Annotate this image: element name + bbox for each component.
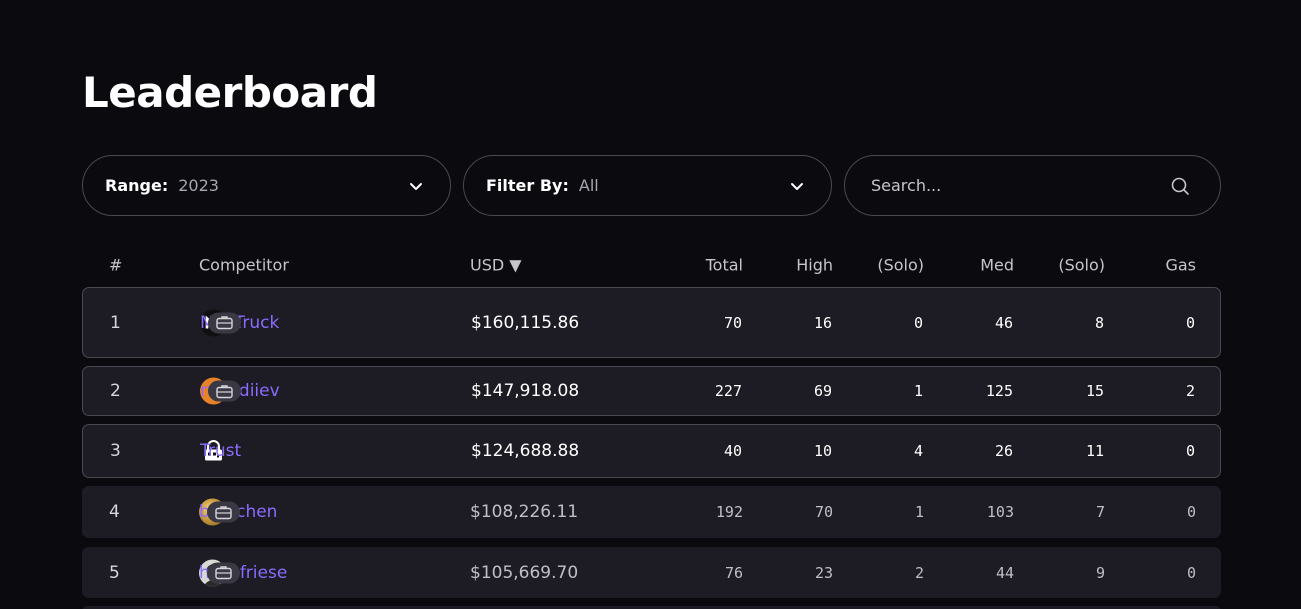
row-rank: 5 [109, 562, 120, 583]
range-label: Range: [105, 176, 169, 195]
high-solo-value: 2 [914, 563, 924, 582]
table-row[interactable]: 5 hansfriese $105,669.70 76 23 2 44 9 0 [82, 547, 1221, 598]
header-rank: # [109, 255, 123, 275]
briefcase-icon [207, 501, 240, 523]
header-usd-sort[interactable]: USD ▼ [470, 256, 522, 275]
high-solo-value: 1 [913, 382, 923, 400]
high-value: 10 [813, 442, 832, 460]
total-value: 227 [714, 382, 742, 400]
med-solo-value: 11 [1085, 442, 1104, 460]
filter-bar: Range: 2023 Filter By: All Search... [82, 155, 1221, 216]
filter-by-select[interactable]: Filter By: All [463, 155, 832, 216]
high-value: 70 [814, 503, 833, 521]
filter-by-label: Filter By: [486, 176, 569, 195]
total-value: 70 [723, 313, 742, 332]
range-select[interactable]: Range: 2023 [82, 155, 451, 216]
usd-value: $147,918.08 [471, 381, 580, 401]
header-competitor[interactable]: Competitor [199, 256, 289, 275]
header-med[interactable]: Med [980, 256, 1014, 275]
med-solo-value: 15 [1085, 382, 1104, 400]
total-value: 76 [724, 563, 743, 582]
med-value: 26 [994, 442, 1013, 460]
row-rank: 1 [110, 312, 121, 333]
briefcase-icon [207, 562, 240, 583]
high-value: 16 [813, 313, 832, 332]
total-value: 40 [723, 442, 742, 460]
high-solo-value: 4 [913, 442, 923, 460]
search-input[interactable]: Search... [844, 155, 1221, 216]
briefcase-icon [208, 380, 241, 402]
gas-value: 2 [1185, 382, 1195, 400]
gas-value: 0 [1186, 563, 1196, 582]
high-value: 23 [814, 563, 833, 582]
med-solo-value: 7 [1095, 503, 1105, 521]
header-high-solo[interactable]: (Solo) [877, 256, 924, 275]
row-rank: 2 [110, 381, 121, 401]
table-row[interactable]: 2 r rvierdiiev $147,918.08 227 69 1 125 … [82, 366, 1221, 416]
med-value: 103 [986, 503, 1014, 521]
page-title: Leaderboard [82, 68, 378, 117]
med-solo-value: 9 [1095, 563, 1105, 582]
search-placeholder: Search... [871, 176, 942, 195]
range-value: 2023 [178, 176, 219, 195]
high-value: 69 [813, 382, 832, 400]
table-row[interactable]: 3 Trust $124,688.88 40 10 4 26 11 0 [82, 424, 1221, 478]
usd-value: $108,226.11 [470, 502, 579, 522]
usd-value: $124,688.88 [471, 441, 580, 461]
row-rank: 4 [109, 502, 120, 522]
high-solo-value: 1 [914, 503, 924, 521]
high-solo-value: 0 [913, 313, 923, 332]
gas-value: 0 [1185, 442, 1195, 460]
briefcase-icon [208, 312, 241, 333]
gas-value: 0 [1186, 503, 1196, 521]
header-gas[interactable]: Gas [1165, 256, 1196, 275]
chevron-down-icon [410, 182, 422, 190]
table-header: # Competitor USD ▼ Total High (Solo) Med… [82, 252, 1221, 278]
usd-value: $105,669.70 [470, 562, 579, 583]
chevron-down-icon [791, 182, 803, 190]
search-icon[interactable] [1170, 176, 1190, 196]
table-row[interactable]: 1 MiloTruck $160,115.86 70 16 0 46 8 0 [82, 287, 1221, 358]
med-solo-value: 8 [1094, 313, 1104, 332]
header-high[interactable]: High [796, 256, 833, 275]
usd-value: $160,115.86 [471, 312, 580, 333]
med-value: 44 [995, 563, 1014, 582]
competitor-link[interactable]: Trust [200, 441, 241, 461]
header-total[interactable]: Total [706, 256, 743, 275]
row-rank: 3 [110, 441, 121, 461]
total-value: 192 [715, 503, 743, 521]
filter-by-value: All [578, 176, 599, 195]
header-med-solo[interactable]: (Solo) [1058, 256, 1105, 275]
med-value: 46 [994, 313, 1013, 332]
leaderboard-page: Leaderboard Range: 2023 Filter By: All S… [0, 0, 1301, 609]
med-value: 125 [985, 382, 1013, 400]
gas-value: 0 [1185, 313, 1195, 332]
table-row[interactable]: 4 bin2chen $108,226.11 192 70 1 103 7 0 [82, 486, 1221, 538]
